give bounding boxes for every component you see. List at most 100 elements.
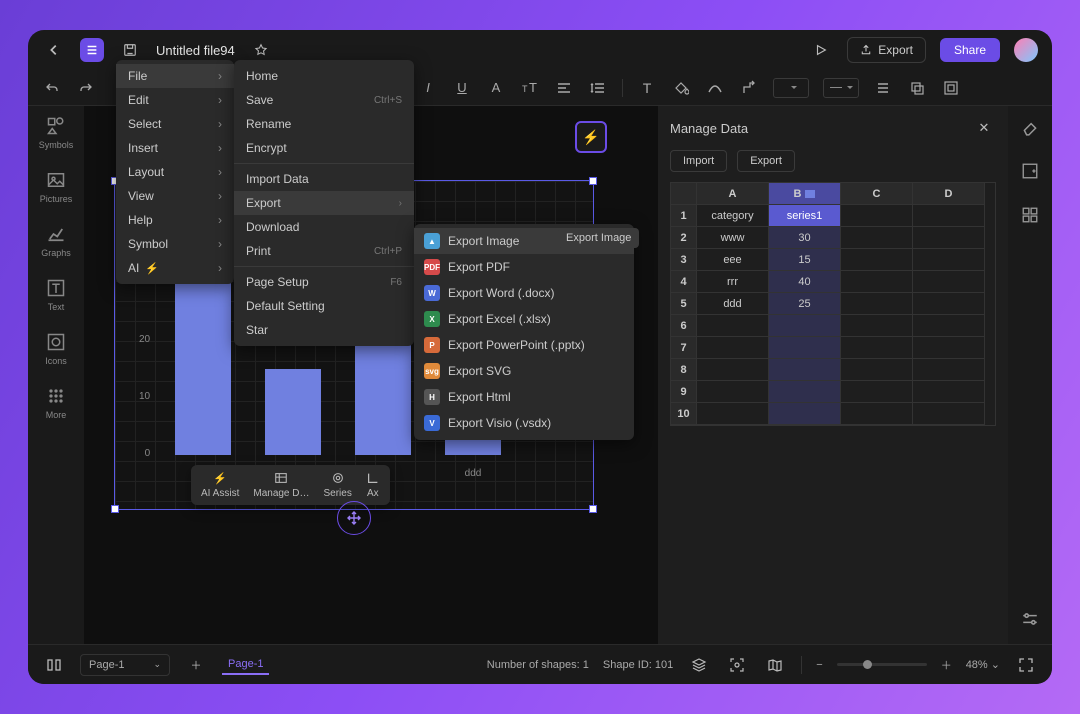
- ai-assist-button[interactable]: ⚡AI Assist: [201, 472, 239, 499]
- sidebar-item-icons[interactable]: Icons: [45, 332, 67, 366]
- manage-data-button[interactable]: Manage D…: [253, 471, 309, 499]
- zoom-in[interactable]: ＋: [941, 657, 952, 673]
- line-start-dropdown[interactable]: [773, 78, 809, 98]
- menu-import-data[interactable]: Import Data: [234, 167, 414, 191]
- back-button[interactable]: [42, 38, 66, 62]
- page-dropdown[interactable]: Page-1⌄: [80, 654, 170, 676]
- bar-www: [175, 283, 231, 456]
- line-end-dropdown[interactable]: [823, 78, 859, 98]
- font-size-icon[interactable]: TT: [520, 78, 540, 98]
- share-label: Share: [954, 43, 986, 57]
- underline-icon[interactable]: U: [452, 78, 472, 98]
- panel-export-button[interactable]: Export: [737, 150, 795, 172]
- export-export-powerpoint-pptx-[interactable]: PExport PowerPoint (.pptx): [414, 332, 634, 358]
- undo-icon[interactable]: [42, 78, 62, 98]
- menu-save[interactable]: SaveCtrl+S: [234, 88, 414, 112]
- menu1-file[interactable]: File: [116, 64, 234, 88]
- tooltip: Export Image: [558, 228, 639, 248]
- sidebar-item-text[interactable]: Text: [46, 278, 66, 312]
- redo-icon[interactable]: [76, 78, 96, 98]
- menu-rename[interactable]: Rename: [234, 112, 414, 136]
- bottombar: Page-1⌄ ＋ Page-1 Number of shapes: 1 Sha…: [28, 644, 1052, 684]
- shape-count: Number of shapes: 1: [487, 659, 589, 671]
- add-page-button[interactable]: ＋: [184, 653, 208, 677]
- sidebar-item-more[interactable]: More: [46, 386, 67, 420]
- spreadsheet[interactable]: AB CD1categoryseries12www303eee154rrr405…: [670, 182, 996, 426]
- layers-icon[interactable]: [687, 653, 711, 677]
- export-export-word-docx-[interactable]: WExport Word (.docx): [414, 280, 634, 306]
- stroke-icon[interactable]: [705, 78, 725, 98]
- series-button[interactable]: Series: [324, 471, 352, 499]
- export-button[interactable]: Export: [847, 37, 926, 63]
- menu-star[interactable]: Star: [234, 318, 414, 342]
- resize-handle-br[interactable]: [589, 505, 597, 513]
- zoom-level: 48% ⌄: [966, 658, 1000, 671]
- logo-badge: ⚡: [575, 121, 607, 153]
- sidebar-item-graphs[interactable]: Graphs: [41, 224, 71, 258]
- menu1-ai[interactable]: AI ⚡: [116, 256, 234, 280]
- chart-float-toolbar: ⚡AI Assist Manage D… Series Ax: [191, 465, 390, 505]
- app-window: Untitled file94 Export Share B I U A TT …: [28, 30, 1052, 684]
- main-menu-button[interactable]: [80, 38, 104, 62]
- file-menu: FileEditSelectInsertLayoutViewHelpSymbol…: [116, 60, 234, 284]
- svg-text:T: T: [522, 84, 528, 94]
- play-icon[interactable]: [809, 38, 833, 62]
- sidebar-item-pictures[interactable]: Pictures: [40, 170, 73, 204]
- file-submenu: Home SaveCtrl+S Rename Encrypt Import Da…: [234, 60, 414, 346]
- star-icon[interactable]: [249, 38, 273, 62]
- grid-icon[interactable]: [1019, 204, 1041, 226]
- line-height-icon[interactable]: [588, 78, 608, 98]
- export-export-visio-vsdx-[interactable]: VExport Visio (.vsdx): [414, 410, 634, 436]
- page-layout-icon[interactable]: [42, 653, 66, 677]
- move-handle[interactable]: [337, 501, 371, 535]
- menu-encrypt[interactable]: Encrypt: [234, 136, 414, 160]
- menu1-view[interactable]: View: [116, 184, 234, 208]
- align-icon[interactable]: [554, 78, 574, 98]
- sidebar-item-symbols[interactable]: Symbols: [39, 116, 74, 150]
- export-export-pdf[interactable]: PDFExport PDF: [414, 254, 634, 280]
- menu1-symbol[interactable]: Symbol: [116, 232, 234, 256]
- menu-page-setup[interactable]: Page SetupF6: [234, 270, 414, 294]
- eraser-icon[interactable]: [1019, 116, 1041, 138]
- distribute-icon[interactable]: [873, 78, 893, 98]
- frame-icon[interactable]: [941, 78, 961, 98]
- menu-print[interactable]: PrintCtrl+P: [234, 239, 414, 263]
- page-tab[interactable]: Page-1: [222, 655, 269, 675]
- font-color-icon[interactable]: A: [486, 78, 506, 98]
- settings-icon[interactable]: [1019, 608, 1041, 630]
- italic-icon[interactable]: I: [418, 78, 438, 98]
- resize-handle-tr[interactable]: [589, 177, 597, 185]
- menu1-select[interactable]: Select: [116, 112, 234, 136]
- text-tool-icon[interactable]: T: [637, 78, 657, 98]
- bar-eee: [265, 369, 321, 455]
- map-icon[interactable]: [763, 653, 787, 677]
- menu1-layout[interactable]: Layout: [116, 160, 234, 184]
- connector-icon[interactable]: [739, 78, 759, 98]
- menu1-insert[interactable]: Insert: [116, 136, 234, 160]
- zoom-slider[interactable]: [837, 663, 927, 666]
- menu-export[interactable]: Export›: [234, 191, 414, 215]
- menu1-help[interactable]: Help: [116, 208, 234, 232]
- axis-button[interactable]: Ax: [366, 471, 380, 499]
- focus-icon[interactable]: [725, 653, 749, 677]
- export-export-excel-xlsx-[interactable]: XExport Excel (.xlsx): [414, 306, 634, 332]
- share-button[interactable]: Share: [940, 38, 1000, 62]
- export-export-svg[interactable]: svgExport SVG: [414, 358, 634, 384]
- export-icon: [860, 44, 872, 56]
- resize-handle-bl[interactable]: [111, 505, 119, 513]
- fullscreen-icon[interactable]: [1014, 653, 1038, 677]
- avatar[interactable]: [1014, 38, 1038, 62]
- menu-default-setting[interactable]: Default Setting: [234, 294, 414, 318]
- panel-import-button[interactable]: Import: [670, 150, 727, 172]
- export-submenu: ▲Export ImagePDFExport PDFWExport Word (…: [414, 224, 634, 440]
- close-icon[interactable]: ✕: [972, 116, 996, 140]
- save-icon[interactable]: [118, 38, 142, 62]
- menu-download[interactable]: Download: [234, 215, 414, 239]
- zoom-out[interactable]: −: [816, 659, 822, 671]
- copy-icon[interactable]: [907, 78, 927, 98]
- add-panel-icon[interactable]: [1019, 160, 1041, 182]
- menu1-edit[interactable]: Edit: [116, 88, 234, 112]
- fill-icon[interactable]: [671, 78, 691, 98]
- export-export-html[interactable]: HExport Html: [414, 384, 634, 410]
- menu-home[interactable]: Home: [234, 64, 414, 88]
